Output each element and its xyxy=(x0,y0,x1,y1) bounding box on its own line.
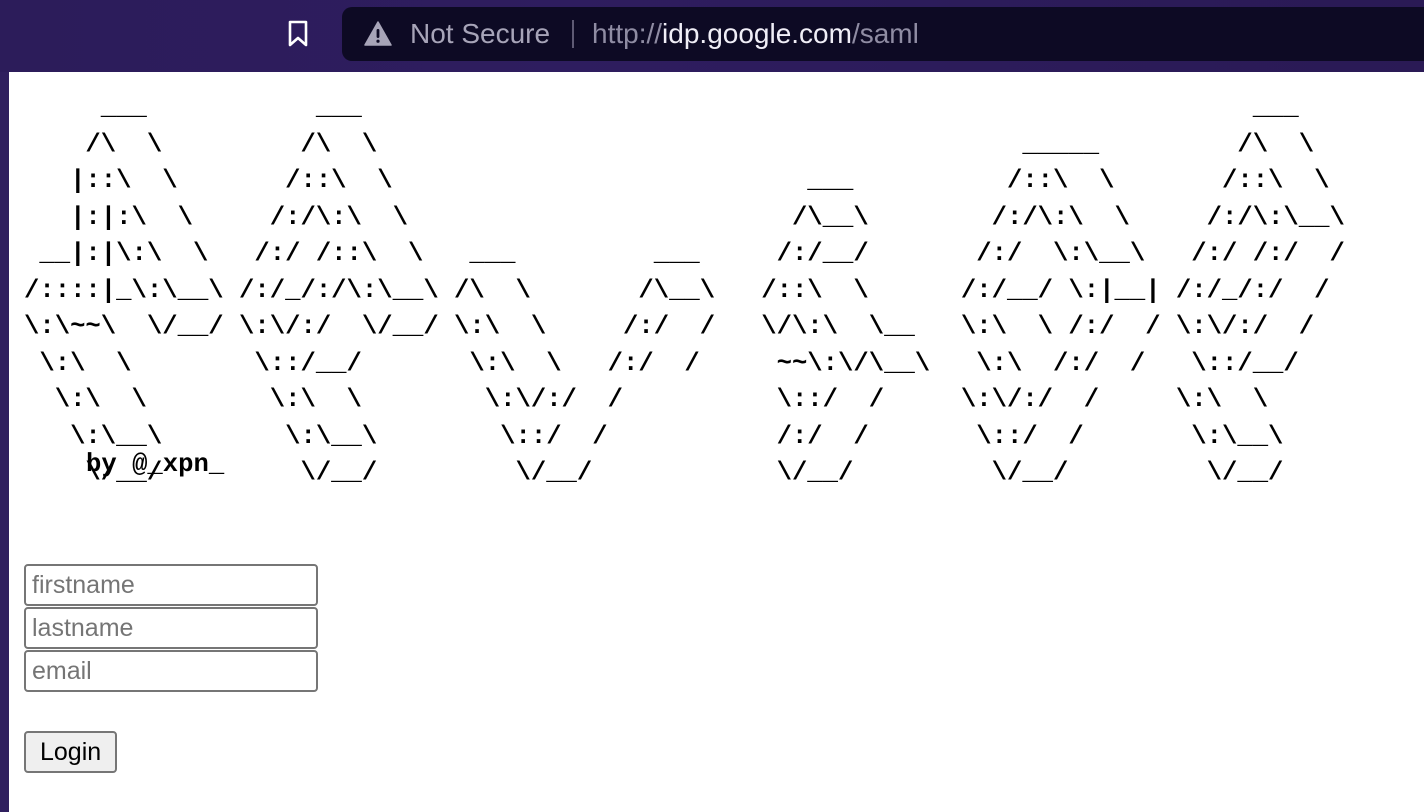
bookmark-icon xyxy=(288,20,308,47)
url-host: idp.google.com xyxy=(662,18,852,49)
address-bar-divider xyxy=(572,20,574,48)
url-path: /saml xyxy=(851,18,919,49)
login-button[interactable]: Login xyxy=(24,731,118,773)
lastname-field[interactable] xyxy=(24,607,318,649)
email-field[interactable] xyxy=(24,650,318,692)
author-byline: by @_xpn_ xyxy=(86,450,225,479)
browser-toolbar: Not Secure http://idp.google.com/saml xyxy=(0,0,1424,72)
security-status-label[interactable]: Not Secure xyxy=(410,18,550,50)
ascii-art-banner: ___ ___ ___ /\ \ /\ \ _____ /\ \ |::\ \ … xyxy=(24,93,1345,487)
warning-icon[interactable] xyxy=(364,21,392,47)
firstname-field[interactable] xyxy=(24,564,318,606)
bookmark-button[interactable] xyxy=(279,15,317,53)
url-scheme: http:// xyxy=(592,18,663,49)
url-text[interactable]: http://idp.google.com/saml xyxy=(592,18,919,50)
address-bar[interactable]: Not Secure http://idp.google.com/saml xyxy=(342,7,1424,61)
page-content: ___ ___ ___ /\ \ /\ \ _____ /\ \ |::\ \ … xyxy=(9,72,1424,812)
